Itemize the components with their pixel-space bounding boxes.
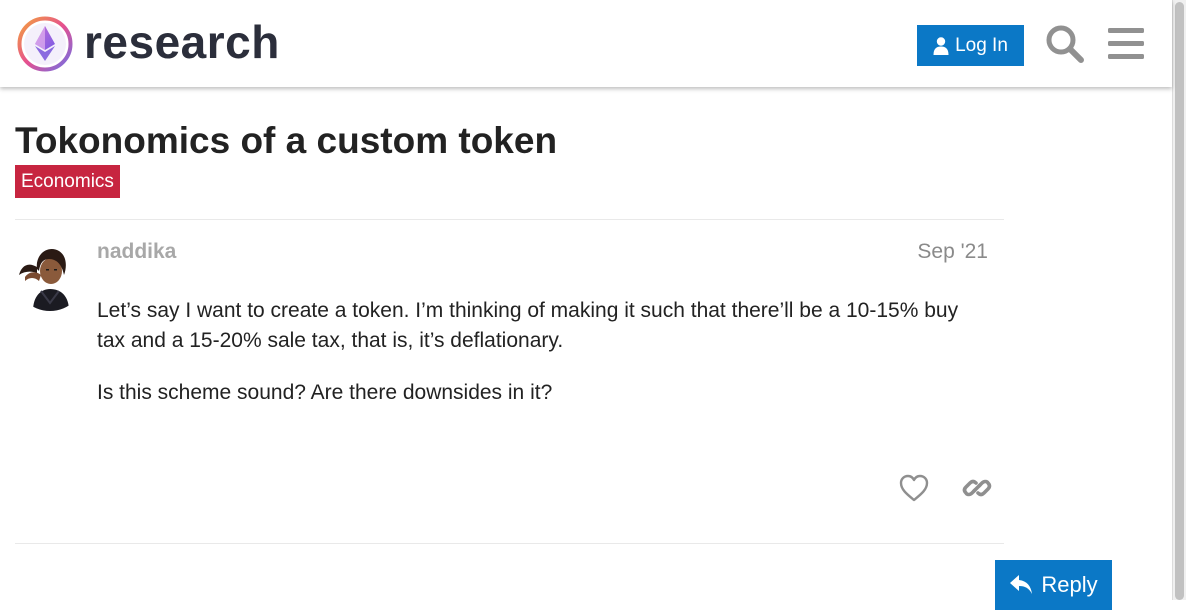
- user-icon: [933, 36, 949, 55]
- search-icon[interactable]: [1045, 24, 1085, 64]
- login-button[interactable]: Log In: [917, 25, 1024, 66]
- avatar[interactable]: [15, 241, 85, 311]
- scrollbar-thumb[interactable]: [1175, 2, 1184, 600]
- hamburger-menu-icon[interactable]: [1106, 24, 1146, 64]
- reply-icon: [1010, 575, 1033, 594]
- site-name[interactable]: research: [84, 14, 280, 70]
- divider: [15, 219, 1004, 220]
- post-body: Let’s say I want to create a token. I’m …: [97, 296, 977, 430]
- login-label: Log In: [955, 34, 1008, 56]
- post-paragraph: Let’s say I want to create a token. I’m …: [97, 299, 959, 352]
- page-scrollbar[interactable]: [1172, 0, 1186, 600]
- post-username[interactable]: naddika: [97, 240, 176, 264]
- site-header: research Log In: [0, 0, 1172, 87]
- category-badge[interactable]: Economics: [15, 165, 120, 198]
- post-paragraph: Is this scheme sound? Are there downside…: [97, 381, 553, 404]
- post-date[interactable]: Sep '21: [917, 240, 988, 264]
- heart-icon[interactable]: [897, 471, 931, 505]
- divider: [15, 543, 1004, 544]
- reply-label: Reply: [1041, 572, 1098, 597]
- ethereum-logo-icon[interactable]: [16, 15, 74, 73]
- link-icon[interactable]: [960, 471, 994, 505]
- topic-title[interactable]: Tokonomics of a custom token: [15, 118, 557, 164]
- reply-button[interactable]: Reply: [995, 560, 1112, 610]
